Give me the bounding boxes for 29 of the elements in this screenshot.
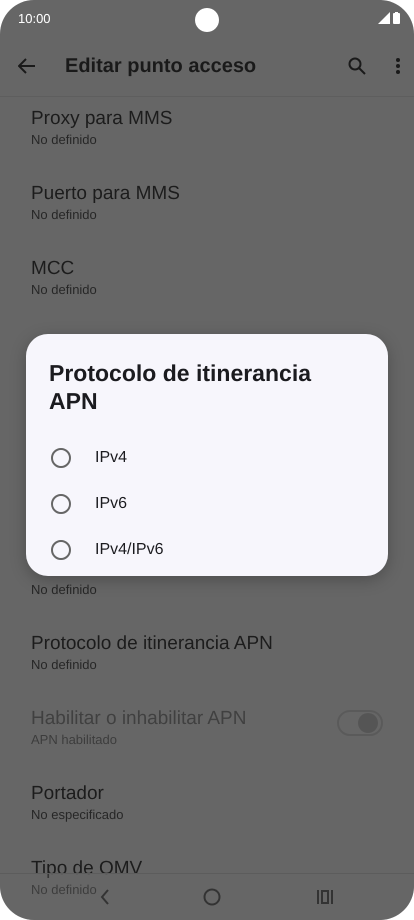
battery-icon xyxy=(393,12,400,24)
option-label[interactable]: IPv4 xyxy=(95,449,128,467)
setting-title[interactable]: Portador xyxy=(31,782,104,806)
setting-summary: No definido xyxy=(31,206,97,224)
setting-title[interactable]: Protocolo de itinerancia APN xyxy=(31,632,273,656)
more-options-icon[interactable] xyxy=(396,58,400,74)
option-label[interactable]: IPv4/IPv6 xyxy=(95,541,164,559)
dialog-title: Protocolo de itinerancia APN xyxy=(49,359,312,415)
back-nav-icon[interactable] xyxy=(100,889,110,905)
setting-summary: No definido xyxy=(31,581,97,599)
signal-icon xyxy=(378,12,390,24)
search-icon[interactable] xyxy=(348,57,366,75)
setting-title[interactable]: Proxy para MMS xyxy=(31,107,172,131)
setting-title[interactable]: Puerto para MMS xyxy=(31,182,180,206)
back-arrow-icon[interactable] xyxy=(18,58,36,74)
radio-button[interactable] xyxy=(51,448,71,468)
recents-nav-icon[interactable] xyxy=(317,889,333,905)
setting-title[interactable]: MCC xyxy=(31,257,74,281)
radio-button[interactable] xyxy=(51,540,71,560)
radio-button[interactable] xyxy=(51,494,71,514)
setting-summary: No especificado xyxy=(31,806,124,824)
status-time: 10:00 xyxy=(18,10,51,26)
setting-summary: No definido xyxy=(31,131,97,149)
setting-summary: No definido xyxy=(31,281,97,299)
option-label[interactable]: IPv6 xyxy=(95,495,128,513)
setting-summary: No definido xyxy=(31,656,97,674)
home-nav-icon[interactable] xyxy=(203,888,221,906)
screen-title: Editar punto acceso xyxy=(65,54,258,78)
camera-cutout xyxy=(195,8,219,32)
